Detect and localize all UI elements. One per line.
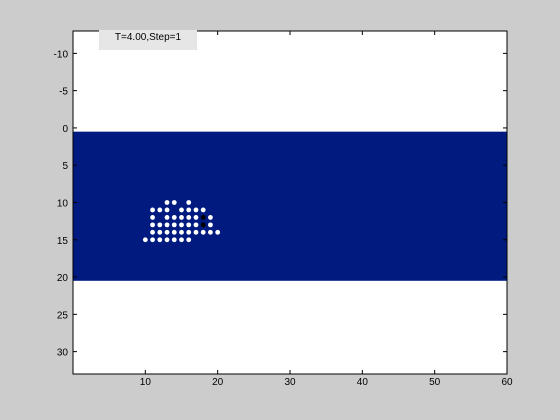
y-tick-label: 0 xyxy=(62,124,68,135)
particle-marker xyxy=(186,222,192,228)
particle-marker xyxy=(164,207,170,213)
x-tick-label: 20 xyxy=(212,377,224,388)
particle-marker xyxy=(186,215,192,220)
particle-marker xyxy=(157,237,163,243)
figure-canvas: 10 20 30 40 50 60 -10 -5 0 5 10 15 20 25 30 xyxy=(0,0,560,420)
particle-marker xyxy=(150,215,155,220)
particle-marker xyxy=(150,222,155,228)
particle-marker xyxy=(208,222,213,228)
particle-marker xyxy=(164,237,170,243)
x-tick-label: 10 xyxy=(140,377,152,388)
y-tick-label: 30 xyxy=(57,348,69,359)
y-tick-label: 15 xyxy=(57,236,69,247)
particle-marker xyxy=(200,229,206,235)
particle-marker xyxy=(179,222,184,228)
particle-marker xyxy=(171,222,177,228)
particle-marker-dark xyxy=(200,215,206,220)
particle-marker xyxy=(150,237,155,243)
x-tick-label: 50 xyxy=(429,377,441,388)
y-tick-label: -10 xyxy=(54,49,69,60)
particle-marker xyxy=(208,229,213,235)
particle-marker xyxy=(157,222,163,228)
particle-marker xyxy=(193,207,199,213)
particle-marker xyxy=(215,229,221,235)
particle-marker xyxy=(171,237,177,243)
particle-marker xyxy=(186,200,192,205)
particle-marker xyxy=(164,215,170,220)
time-step-label: T=4.00,Step=1 xyxy=(99,30,197,50)
particle-marker xyxy=(157,207,163,213)
particle-marker xyxy=(171,229,177,235)
particle-marker xyxy=(164,200,170,205)
particle-marker xyxy=(179,207,184,213)
particle-marker xyxy=(164,222,170,228)
y-tick-label: 25 xyxy=(57,310,69,321)
particle-marker xyxy=(208,215,213,220)
particle-marker xyxy=(193,229,199,235)
particle-marker xyxy=(150,207,155,213)
particle-marker xyxy=(150,229,155,235)
plot-axes: 10 20 30 40 50 60 -10 -5 0 5 10 15 20 25 30 xyxy=(54,30,513,388)
particle-marker xyxy=(200,207,206,213)
y-tick-label: 20 xyxy=(57,273,69,284)
x-tick-label: 40 xyxy=(357,377,369,388)
particle-marker xyxy=(179,215,184,220)
y-tick-label: -5 xyxy=(59,87,68,98)
x-tick-label: 60 xyxy=(501,377,513,388)
y-tick-label: 5 xyxy=(62,161,68,172)
particle-marker-dark xyxy=(200,222,206,228)
particle-marker xyxy=(171,200,177,205)
particle-marker xyxy=(186,207,192,213)
particle-marker xyxy=(164,229,170,235)
particle-marker xyxy=(171,215,177,220)
particle-marker xyxy=(193,215,199,220)
particle-marker xyxy=(179,237,184,243)
particle-marker xyxy=(186,237,192,243)
particle-marker xyxy=(142,237,148,243)
particle-marker xyxy=(179,229,184,235)
particle-marker xyxy=(186,229,192,235)
y-tick-label: 10 xyxy=(57,199,69,210)
particle-marker xyxy=(193,222,199,228)
particle-marker xyxy=(157,229,163,235)
x-tick-label: 30 xyxy=(284,377,296,388)
domain-band xyxy=(73,131,507,281)
